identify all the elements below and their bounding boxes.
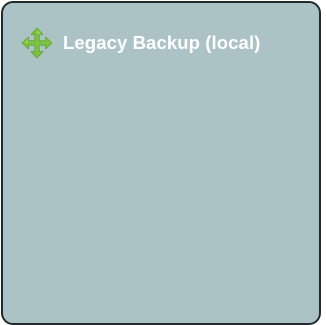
move-arrows-icon[interactable] — [21, 27, 53, 59]
panel-header: Legacy Backup (local) — [21, 27, 260, 59]
legacy-backup-panel: Legacy Backup (local) — [1, 1, 321, 325]
panel-title: Legacy Backup (local) — [63, 32, 261, 53]
